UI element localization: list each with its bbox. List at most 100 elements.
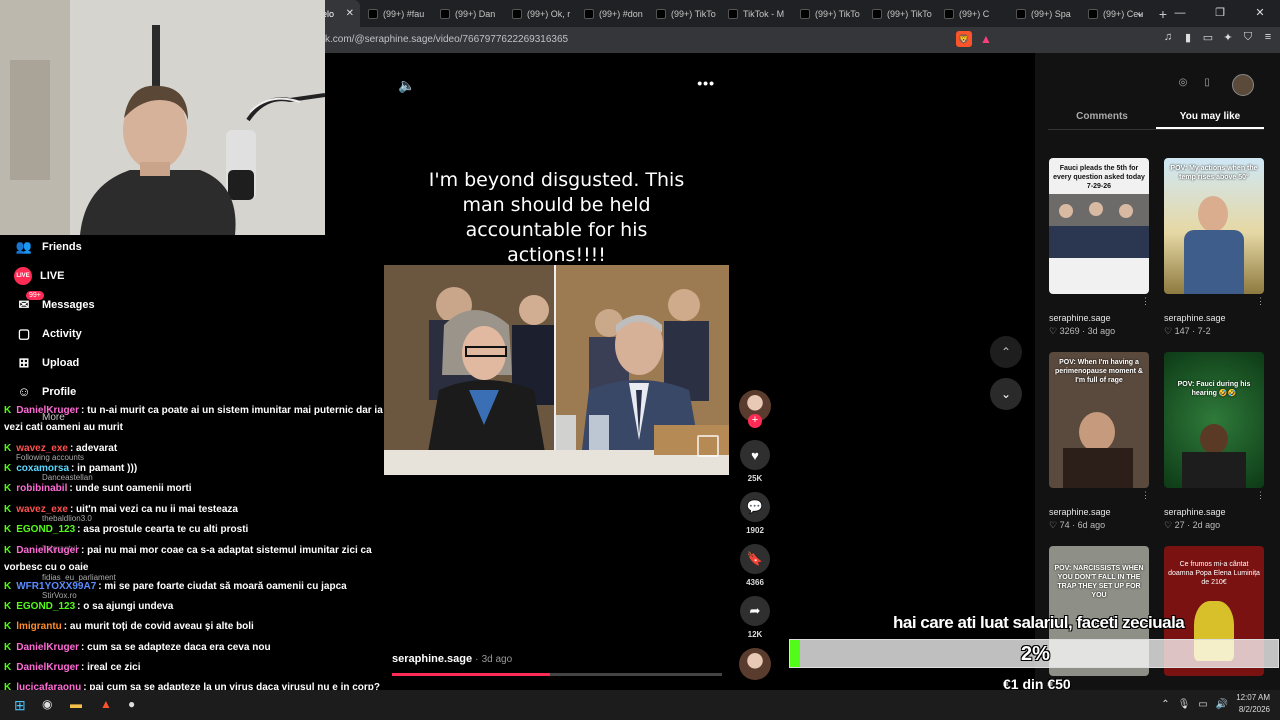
chat-username[interactable]: wavez_exe bbox=[16, 443, 68, 454]
mic-icon[interactable]: 🎙 bbox=[1178, 699, 1191, 710]
sidebar-item-profile[interactable]: ☺ Profile bbox=[14, 377, 95, 406]
following-account[interactable]: StirVox.ro bbox=[42, 591, 77, 600]
browser-tab[interactable]: (99+) #don bbox=[576, 0, 648, 27]
sidebar-item-friends[interactable]: 👥 Friends bbox=[14, 232, 95, 261]
author-name[interactable]: seraphine.sage bbox=[392, 653, 472, 665]
sound-avatar-button[interactable] bbox=[738, 648, 772, 680]
chat-username[interactable]: DanielKruger bbox=[16, 642, 79, 653]
sidebar-item-activity[interactable]: ▢ Activity bbox=[14, 319, 95, 348]
video-player[interactable]: 🔈 ••• I'm beyond disgusted. This man sho… bbox=[384, 53, 729, 678]
right-panel-toolbar: ◎ ▯ bbox=[1176, 77, 1214, 91]
browser-tab[interactable]: (99+) #fau bbox=[360, 0, 432, 27]
browser-tab[interactable]: (99+) Spa bbox=[1008, 0, 1080, 27]
sidebar-item-live[interactable]: LIVE LIVE bbox=[14, 261, 95, 290]
fullscreen-icon[interactable] bbox=[697, 435, 719, 457]
music-icon[interactable]: ♫ bbox=[1162, 31, 1174, 44]
chat-username[interactable]: EGOND_123 bbox=[16, 524, 75, 535]
next-video-button[interactable]: ⌄ bbox=[990, 378, 1022, 410]
tiktok-icon bbox=[584, 8, 594, 19]
windows-start-icon[interactable]: ⊞ bbox=[14, 697, 26, 714]
recommended-video[interactable]: POV: Fauci during his hearing 🤣🤣 bbox=[1164, 352, 1264, 488]
brave-taskbar-icon[interactable]: ▲ bbox=[100, 697, 112, 711]
folder-taskbar-icon[interactable]: ▬ bbox=[70, 697, 82, 711]
thumb-menu-icon[interactable]: ⋮ bbox=[1141, 490, 1150, 501]
brave-rewards-icon[interactable]: ▲ bbox=[980, 32, 992, 46]
share-count: 12K bbox=[747, 630, 763, 639]
chat-username[interactable]: WFR1YOXX99A7 bbox=[16, 581, 96, 592]
sidebar-item-upload[interactable]: ⊞ Upload bbox=[14, 348, 95, 377]
volume-tray-icon[interactable]: 🔊 bbox=[1216, 699, 1228, 710]
user-avatar[interactable] bbox=[1232, 74, 1254, 96]
chat-username[interactable]: EGOND_123 bbox=[16, 601, 75, 612]
following-account[interactable]: thebaldlion3.0 bbox=[42, 514, 92, 523]
volume-icon[interactable]: 🔈 bbox=[398, 77, 415, 94]
comment-button[interactable]: 💬 1902 bbox=[738, 492, 772, 535]
chat-username[interactable]: wavez_exe bbox=[16, 504, 68, 515]
more-options-icon[interactable]: ••• bbox=[697, 75, 715, 91]
browser-tab[interactable]: TikTok - M bbox=[720, 0, 792, 27]
brave-shield-icon[interactable]: 🦁 bbox=[956, 31, 972, 47]
chat-username[interactable]: robibinabil bbox=[16, 483, 67, 494]
thumb-user[interactable]: seraphine.sage bbox=[1049, 313, 1111, 323]
thumb-caption: POV: My actions when the temp rises abov… bbox=[1170, 165, 1258, 181]
browser-tab[interactable]: (99+) Ok, r bbox=[504, 0, 576, 27]
save-button[interactable]: 🔖 4366 bbox=[738, 544, 772, 587]
chevron-up-icon[interactable]: ⌃ bbox=[1161, 699, 1169, 710]
chat-username[interactable]: coxamorsa bbox=[16, 463, 69, 474]
tab-comments[interactable]: Comments bbox=[1048, 105, 1156, 129]
chat-username[interactable]: DanielKruger bbox=[16, 405, 79, 416]
menu-icon[interactable]: ≡ bbox=[1262, 31, 1274, 44]
phone-icon[interactable]: ▯ bbox=[1200, 77, 1214, 91]
recommended-video[interactable]: POV: My actions when the temp rises abov… bbox=[1164, 158, 1264, 294]
chat-message: K DanielKruger: tu n-ai murit ca poate ai… bbox=[4, 405, 383, 416]
clock[interactable]: 12:07 AM 8/2/2026 bbox=[1236, 692, 1270, 716]
recommended-video[interactable]: POV: When I'm having a perimenopause mom… bbox=[1049, 352, 1149, 488]
chat-text: : mi se pare foarte ciudat să moară oame… bbox=[98, 581, 347, 592]
close-tab-icon[interactable]: ✕ bbox=[346, 8, 354, 19]
browser-tab[interactable]: (99+) TikTo bbox=[864, 0, 936, 27]
thumb-person bbox=[1059, 204, 1073, 218]
thumb-user[interactable]: seraphine.sage bbox=[1164, 313, 1226, 323]
hearing-scene-image bbox=[384, 265, 729, 475]
browser-taskbar-icon[interactable]: ◉ bbox=[42, 697, 52, 711]
chat-username[interactable]: lmigrantu bbox=[16, 621, 62, 632]
streamer-webcam-image bbox=[0, 0, 325, 235]
network-icon[interactable]: ▭ bbox=[1198, 699, 1207, 710]
tab-label: (99+) #don bbox=[599, 8, 643, 19]
previous-video-button[interactable]: ⌃ bbox=[990, 336, 1022, 368]
tab-you-may-like[interactable]: You may like bbox=[1156, 105, 1264, 129]
thumb-menu-icon[interactable]: ⋮ bbox=[1256, 490, 1265, 501]
browser-tab[interactable]: (99+) TikTo bbox=[792, 0, 864, 27]
tiktok-icon bbox=[1088, 8, 1098, 19]
close-window-button[interactable]: ✕ bbox=[1240, 0, 1280, 27]
browser-tab[interactable]: (99+) TikTo bbox=[648, 0, 720, 27]
wallet-icon[interactable]: ▭ bbox=[1202, 31, 1214, 44]
video-author[interactable]: seraphine.sage · 3d ago bbox=[392, 653, 512, 665]
sidebar-icon[interactable]: ▮ bbox=[1182, 31, 1194, 44]
minimize-button[interactable]: — bbox=[1160, 0, 1200, 27]
sidebar-item-label: Messages bbox=[42, 298, 95, 311]
maximize-button[interactable]: ❐ bbox=[1200, 0, 1240, 27]
recommended-video[interactable]: Fauci pleads the 5th for every question … bbox=[1049, 158, 1149, 294]
thumb-menu-icon[interactable]: ⋮ bbox=[1141, 296, 1150, 307]
app-taskbar-icon[interactable]: ● bbox=[128, 697, 135, 711]
browser-tab[interactable]: (99+) C bbox=[936, 0, 1008, 27]
following-account[interactable]: Danceastellan bbox=[42, 473, 93, 482]
url-field[interactable]: k.com/@seraphine.sage/video/766797762226… bbox=[325, 34, 568, 45]
video-progress-bar[interactable] bbox=[392, 673, 722, 676]
tab-search-icon[interactable]: ⌄ bbox=[1120, 0, 1160, 27]
thumb-user[interactable]: seraphine.sage bbox=[1049, 507, 1111, 517]
chat-username[interactable]: DanielKruger bbox=[16, 662, 79, 673]
vpn-icon[interactable]: ⛉ bbox=[1242, 31, 1254, 44]
share-button[interactable]: ➦ 12K bbox=[738, 596, 772, 639]
creator-avatar-button[interactable]: + bbox=[738, 390, 772, 428]
follow-plus-icon[interactable]: + bbox=[748, 414, 762, 428]
like-button[interactable]: ♥ 25K bbox=[738, 440, 772, 483]
sidebar-item-label: Friends bbox=[42, 240, 82, 253]
thumb-menu-icon[interactable]: ⋮ bbox=[1256, 296, 1265, 307]
chat-username[interactable]: DanielKruger bbox=[16, 545, 79, 556]
timer-icon[interactable]: ◎ bbox=[1176, 77, 1190, 91]
ai-icon[interactable]: ✦ bbox=[1222, 31, 1234, 44]
thumb-user[interactable]: seraphine.sage bbox=[1164, 507, 1226, 517]
browser-tab[interactable]: (99+) Dan bbox=[432, 0, 504, 27]
